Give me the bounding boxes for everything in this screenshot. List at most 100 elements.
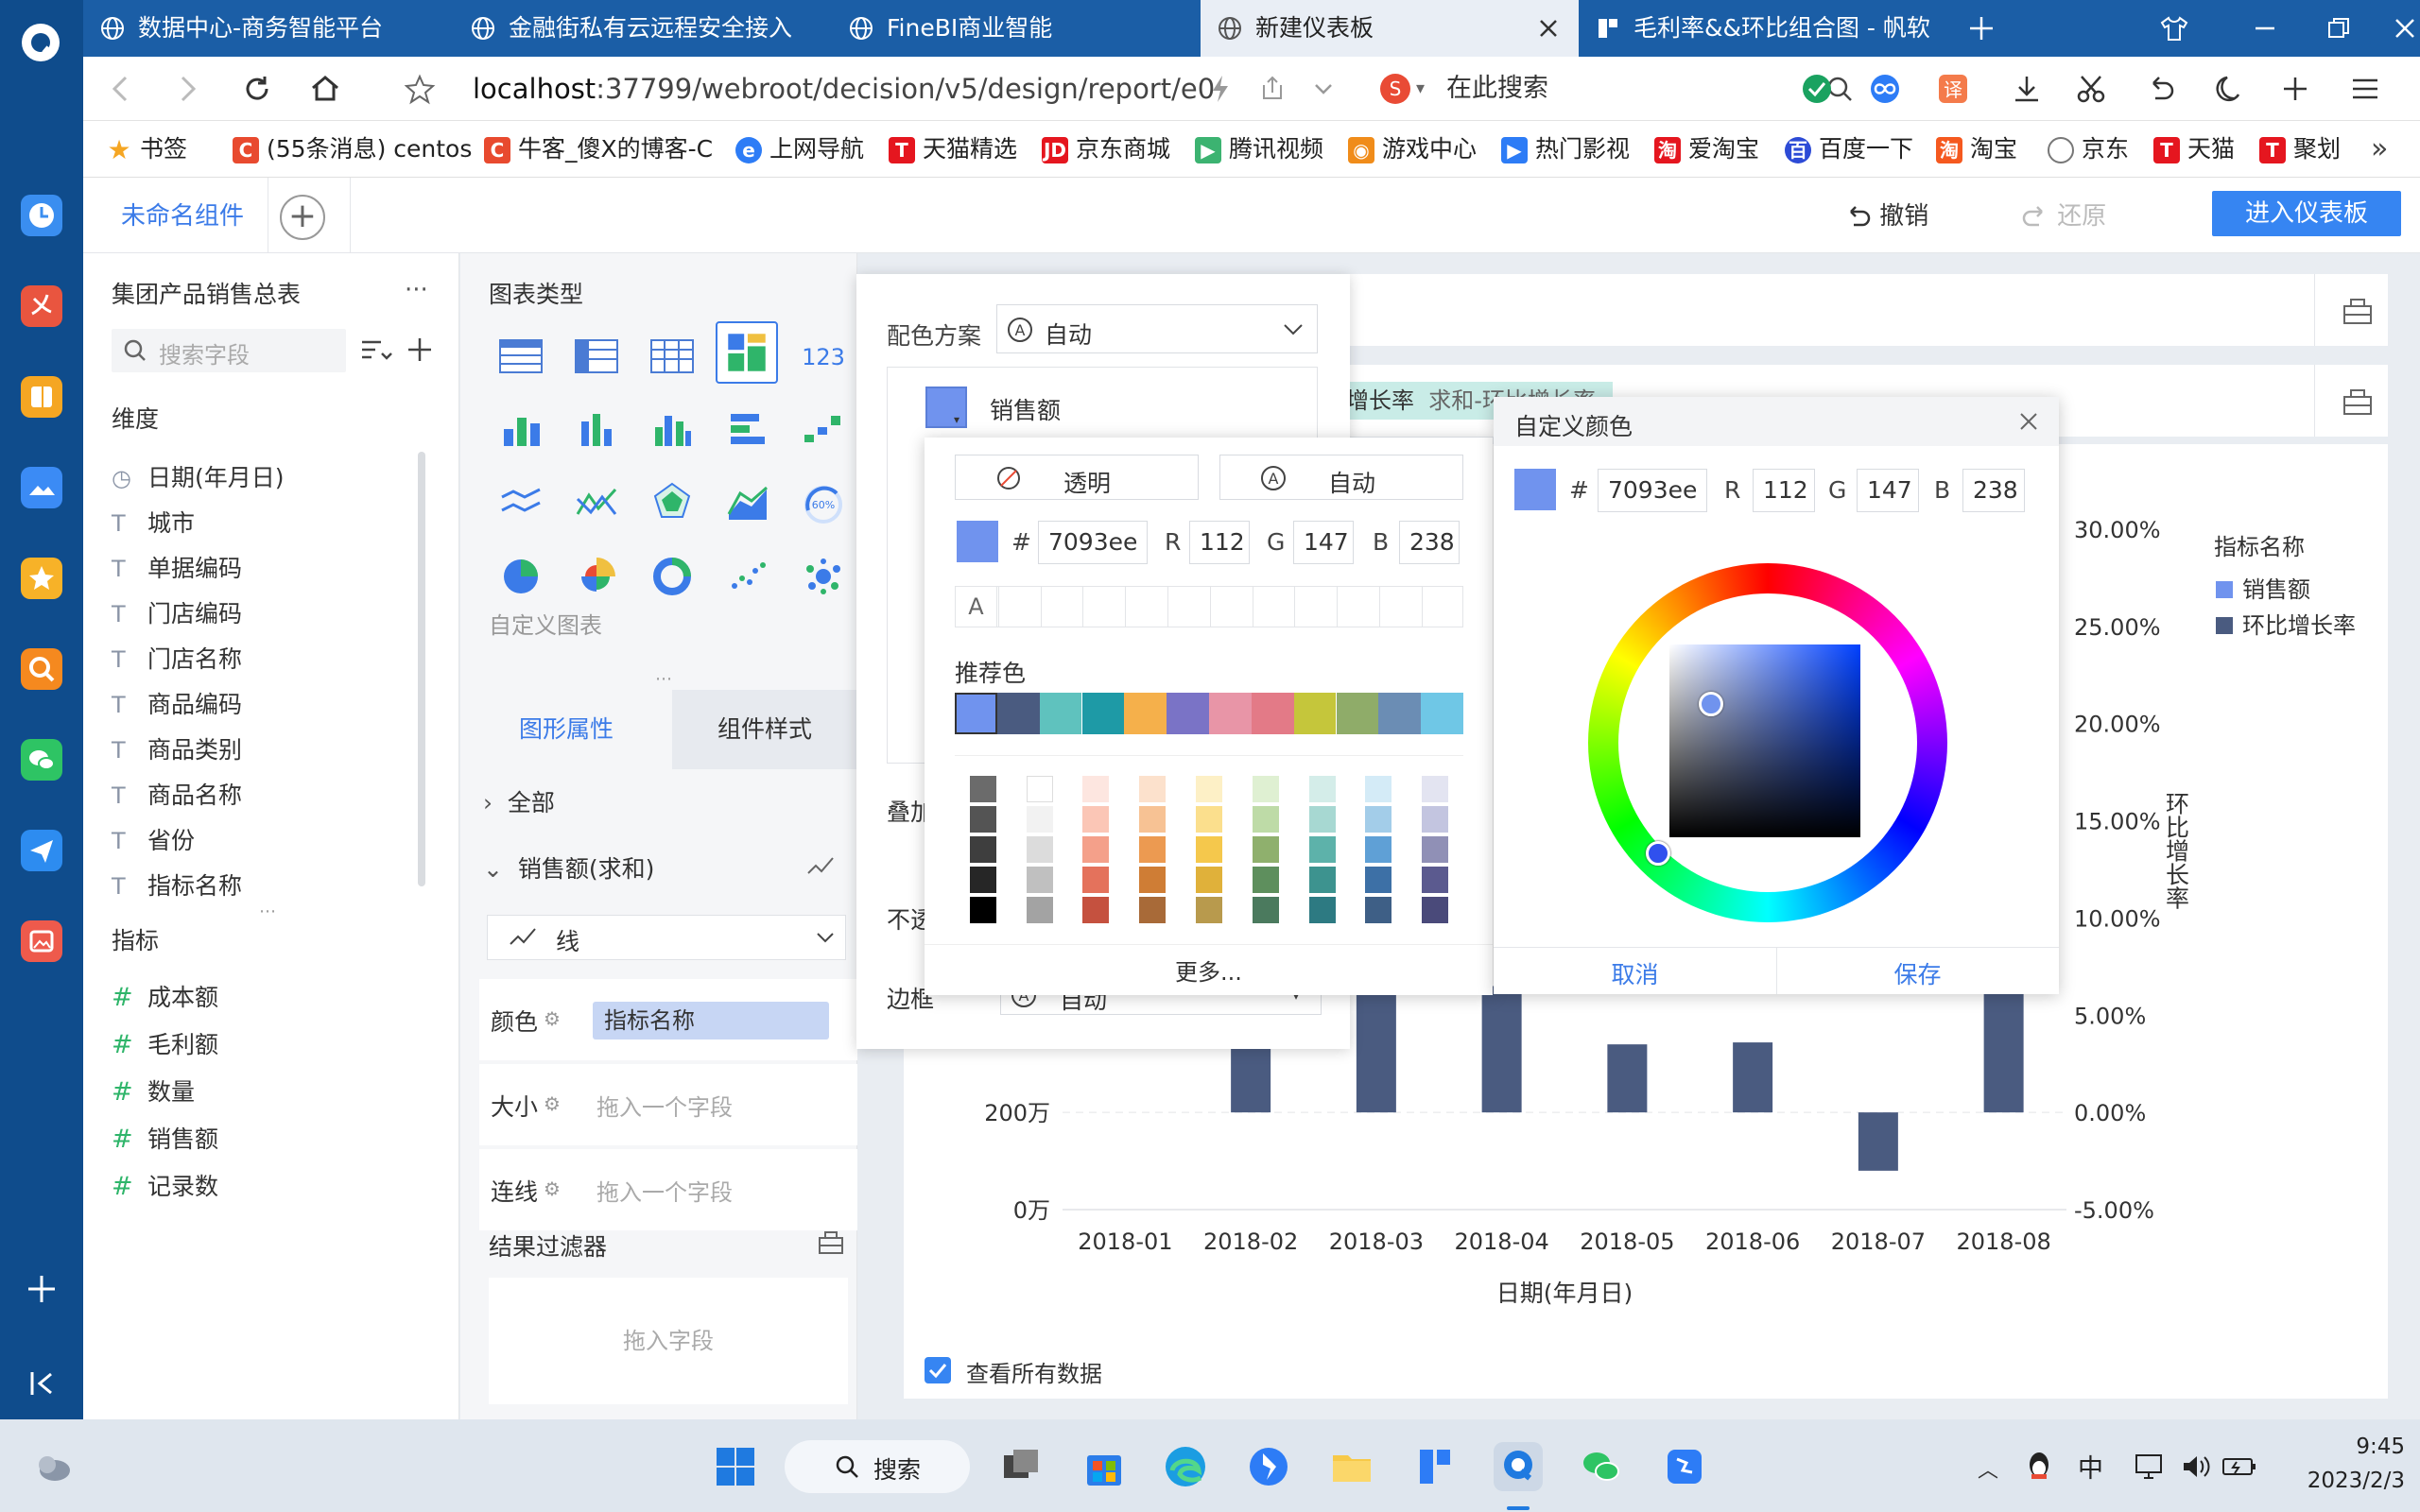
palette-swatch[interactable] [1082,776,1110,802]
green-input[interactable]: 147 [1293,521,1354,564]
edge-icon[interactable] [1161,1442,1210,1491]
palette-swatch[interactable] [1308,867,1336,893]
scheme-select[interactable]: A 自动 [996,304,1318,353]
bookmark-item[interactable]: T 天猫精选 [889,121,1017,178]
palette-swatch[interactable] [1252,806,1279,833]
recent-color-slot[interactable] [1082,587,1084,627]
store-icon[interactable] [1080,1442,1129,1491]
field-filter-icon[interactable] [359,336,393,367]
palette-swatch[interactable] [1422,867,1449,893]
palette-swatch[interactable] [1196,806,1222,833]
url-field[interactable]: localhost:37799/webroot/decision/v5/desi… [473,70,1267,108]
hue-picker-handle[interactable] [1646,841,1670,866]
palette-swatch[interactable] [969,776,996,802]
reload-icon[interactable] [240,72,274,106]
field-dimension-product-name[interactable]: T 商品名称 [112,777,242,815]
recommended-swatch[interactable] [1251,693,1294,734]
custom-hex-input[interactable]: 7093ee [1598,469,1707,512]
resize-handle[interactable]: ⋯ [655,669,672,689]
measure-settings-icon[interactable] [2341,384,2375,418]
area-chart-icon[interactable] [721,476,774,529]
settings-gear-icon[interactable]: ⚙ [544,1007,561,1030]
restore-icon[interactable] [2324,13,2354,43]
palette-swatch[interactable] [1026,806,1053,833]
network-icon[interactable] [2133,1452,2167,1482]
forward-icon[interactable] [170,72,204,106]
tab-combo-chart[interactable]: 毛利率&&环比组合图 - 帆软 [1579,0,1995,57]
dimension-scrollbar[interactable] [418,452,425,886]
palette-swatch[interactable] [1308,897,1336,923]
shirt-icon[interactable] [2159,13,2189,43]
settings-gear-icon[interactable]: ⚙ [544,1092,561,1115]
cancel-button[interactable]: 取消 [1494,956,1776,990]
home-icon[interactable] [308,72,342,106]
bookmark-item[interactable]: 京东 [2048,121,2129,178]
engine-dropdown-icon[interactable]: ▾ [1416,70,1425,108]
size-drop-zone[interactable]: 拖入一个字段 [596,1089,733,1122]
close-icon[interactable] [2017,410,2040,433]
field-dimension-product-category[interactable]: T 商品类别 [112,731,242,769]
recent-color-slot[interactable] [1421,587,1423,627]
hex-input[interactable]: 7093ee [1038,521,1148,564]
property-all[interactable]: › 全部 [483,784,555,818]
custom-chart-link[interactable]: 自定义图表 [489,607,602,640]
palette-swatch[interactable] [1252,836,1279,863]
palette-swatch[interactable] [969,836,996,863]
mark-type-select[interactable]: 线 [487,915,846,960]
palette-swatch[interactable] [1365,867,1392,893]
dimension-settings-icon[interactable] [2341,293,2375,327]
waterfall-chart-icon[interactable] [797,403,850,455]
feishu-icon[interactable] [1244,1442,1293,1491]
favorite-star-icon[interactable] [403,72,437,106]
ime-indicator[interactable]: 中 [2078,1448,2103,1485]
scissors-icon[interactable] [2074,72,2108,106]
close-window-icon[interactable] [2390,13,2420,43]
color-field-pill[interactable]: 指标名称 [593,1002,829,1040]
settings-gear-icon[interactable]: ⚙ [544,1177,561,1200]
menu-icon[interactable] [2348,72,2382,106]
weather-icon[interactable] [30,1444,76,1489]
saturation-value-square[interactable] [1669,644,1860,837]
scatter-chart-icon[interactable] [721,550,774,603]
redo-button[interactable]: 还原 [2021,197,2106,232]
detail-table-icon[interactable] [646,329,699,382]
combo-chart-icon[interactable] [716,321,778,384]
bookmark-item[interactable]: e 上网导航 [735,121,864,178]
field-dimension-store-code[interactable]: T 门店编码 [112,595,242,633]
fanruan-app-icon[interactable] [1410,1442,1460,1491]
wechat-icon[interactable] [21,739,62,781]
filter-drop-zone[interactable]: 拖入字段 [489,1278,848,1404]
bookmark-item[interactable]: JD 京东商城 [1042,121,1170,178]
palette-swatch[interactable] [1365,776,1392,802]
palette-swatch[interactable] [1252,776,1279,802]
bookmark-item[interactable]: 淘淘宝 [1936,121,2017,178]
auto-color-button[interactable]: A 自动 [1219,455,1463,500]
component-name[interactable]: 未命名组件 [121,197,244,232]
recent-color-slot[interactable] [1379,587,1380,627]
blue-input[interactable]: 238 [1399,521,1460,564]
palette-swatch[interactable] [1082,806,1110,833]
bookmark-item[interactable]: T 聚划 [2259,121,2341,178]
recommended-swatch[interactable] [1167,693,1209,734]
palette-swatch[interactable] [1026,776,1053,802]
horizontal-bar-icon[interactable] [721,403,774,455]
palette-swatch[interactable] [969,806,996,833]
windows-start-icon[interactable] [711,1442,760,1491]
recommended-swatch[interactable] [1124,693,1167,734]
taskbar-search[interactable]: 搜索 [785,1440,970,1493]
palette-swatch[interactable] [1196,897,1222,923]
recommended-swatch[interactable] [1039,693,1082,734]
tab-new-dashboard[interactable]: 新建仪表板 [1201,0,1579,57]
bookmark-item[interactable]: 百百度一下 [1785,121,1913,178]
recent-color-slot[interactable] [1040,587,1042,627]
recent-color-slot[interactable] [1167,587,1168,627]
more-icon[interactable]: ··· [405,276,428,304]
font-color-sample[interactable]: A [956,587,997,627]
night-mode-icon[interactable] [2212,72,2246,106]
tab-data-center[interactable]: 数据中心-商务智能平台 [83,0,454,57]
bookmark-item[interactable]: C 牛客_傻X的博客-C [484,121,730,178]
line-chart-icon[interactable] [494,476,547,529]
share-icon[interactable] [1259,72,1288,106]
bookmark-item[interactable]: ★ 书签 [106,121,187,178]
undo-history-icon[interactable] [2144,72,2178,106]
